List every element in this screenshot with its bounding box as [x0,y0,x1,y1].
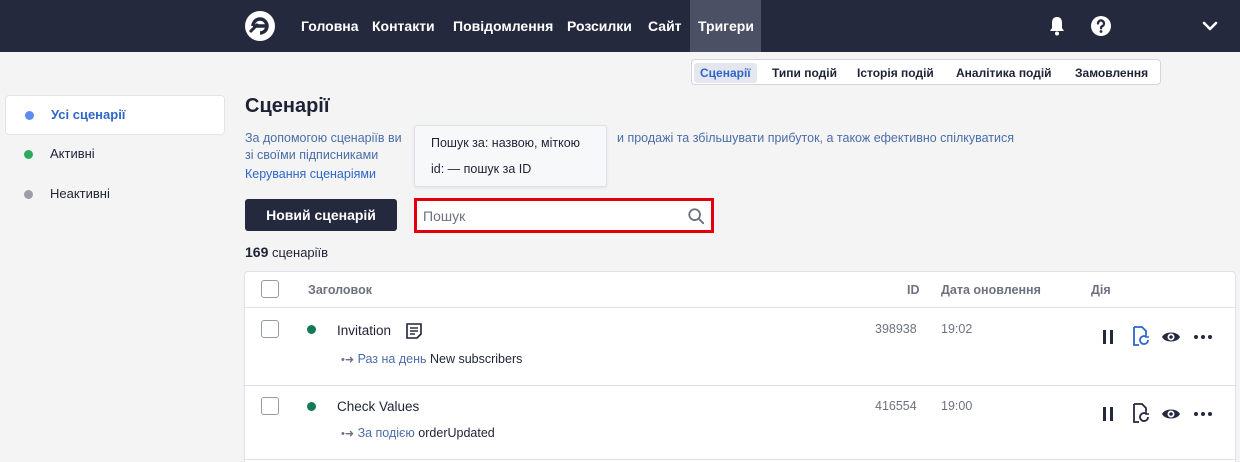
trigger-info: •➜ Раз на день New subscribers [341,352,522,366]
note-icon[interactable] [405,322,423,340]
more-icon[interactable] [1192,326,1214,348]
divider [245,385,1235,386]
eye-icon[interactable] [1160,403,1182,425]
restart-file-icon[interactable] [1129,325,1151,347]
manage-scenarios-link[interactable]: Керування сценаріями [245,167,376,181]
tooltip-line: Пошук за: назвою, міткою [431,136,581,150]
search-icon[interactable] [687,207,705,225]
status-dot [24,190,33,199]
page-description: зі своїми підписниками [245,148,379,162]
column-header-action: Дія [1091,283,1111,297]
bell-icon[interactable] [1045,14,1069,38]
row-checkbox[interactable] [261,320,279,338]
top-navbar: Головна Контакти Повідомлення Розсилки С… [0,0,1240,52]
count-label: сценаріїв [271,245,329,260]
nav-campaigns[interactable]: Розсилки [559,0,640,52]
scenario-id: 398938 [875,322,917,336]
status-dot [25,111,34,120]
eye-icon[interactable] [1160,326,1182,348]
count-number: 169 [245,244,269,260]
nav-home[interactable]: Головна [293,0,367,52]
help-icon[interactable] [1089,14,1113,38]
tab-orders[interactable]: Замовлення [1069,63,1154,83]
more-icon[interactable] [1192,403,1214,425]
column-header-title[interactable]: Заголовок [308,283,372,297]
page-description: и продажі та збільшувати прибуток, а так… [617,131,1015,145]
tooltip-line: id: — пошук за ID [431,162,532,176]
sidebar-item-all[interactable]: Усі сценарії [5,95,225,135]
scenario-title[interactable]: Invitation [337,323,391,338]
trigger-info: •➜ За подією orderUpdated [341,426,495,440]
search-tooltip: Пошук за: назвою, міткою id: — пошук за … [414,125,607,187]
nav-site[interactable]: Сайт [640,0,690,52]
column-header-id[interactable]: ID [907,283,920,297]
tab-event-analytics[interactable]: Аналітика подій [950,63,1058,83]
tab-event-types[interactable]: Типи подій [766,63,843,83]
sidebar-item-label: Усі сценарії [51,107,126,122]
search-input[interactable] [423,206,678,226]
sidebar-item-label: Неактивні [50,186,110,201]
trigger-value: New subscribers [429,352,523,366]
sidebar-item-active[interactable]: Активні [5,135,225,175]
new-scenario-button[interactable]: Новий сценарій [245,199,397,231]
status-dot [307,402,316,411]
logo-icon[interactable] [244,10,276,42]
updated-date: 19:02 [941,322,973,336]
divider [245,307,1235,308]
status-dot [24,150,33,159]
tab-scenarios[interactable]: Сценарії [694,63,757,83]
trigger-arrow-icon: •➜ [341,428,355,440]
trigger-value: orderUpdated [418,426,495,440]
sidebar-item-label: Активні [50,146,95,161]
column-header-date[interactable]: Дата оновлення [941,283,1041,297]
nav-contacts[interactable]: Контакти [364,0,443,52]
status-dot [307,325,316,334]
select-all-checkbox[interactable] [261,280,279,298]
search-field [414,198,714,233]
scenario-title[interactable]: Check Values [337,399,419,414]
pause-icon[interactable] [1097,326,1119,348]
nav-triggers[interactable]: Тригери [690,0,761,52]
scenario-id: 416554 [875,399,917,413]
chevron-down-icon[interactable] [1198,14,1222,38]
subtabs-bar: Сценарії Типи подій Історія подій Аналіт… [691,59,1161,85]
trigger-arrow-icon: •➜ [341,354,355,366]
restart-file-icon[interactable] [1129,402,1151,424]
pause-icon[interactable] [1097,403,1119,425]
row-checkbox[interactable] [261,397,279,415]
scenario-count: 169 сценаріїв [245,244,328,260]
divider [245,459,1235,460]
page-title: Сценарії [245,95,330,117]
sidebar-item-inactive[interactable]: Неактивні [5,175,225,215]
page-description: За допомогою сценаріїв ви [245,131,402,145]
trigger-label: За подією [357,426,415,440]
nav-messages[interactable]: Повідомлення [445,0,561,52]
scenarios-table: Заголовок ID Дата оновлення Дія Invitati… [244,271,1236,462]
updated-date: 19:00 [941,399,973,413]
trigger-label: Раз на день [357,352,427,366]
tab-event-history[interactable]: Історія подій [851,63,940,83]
